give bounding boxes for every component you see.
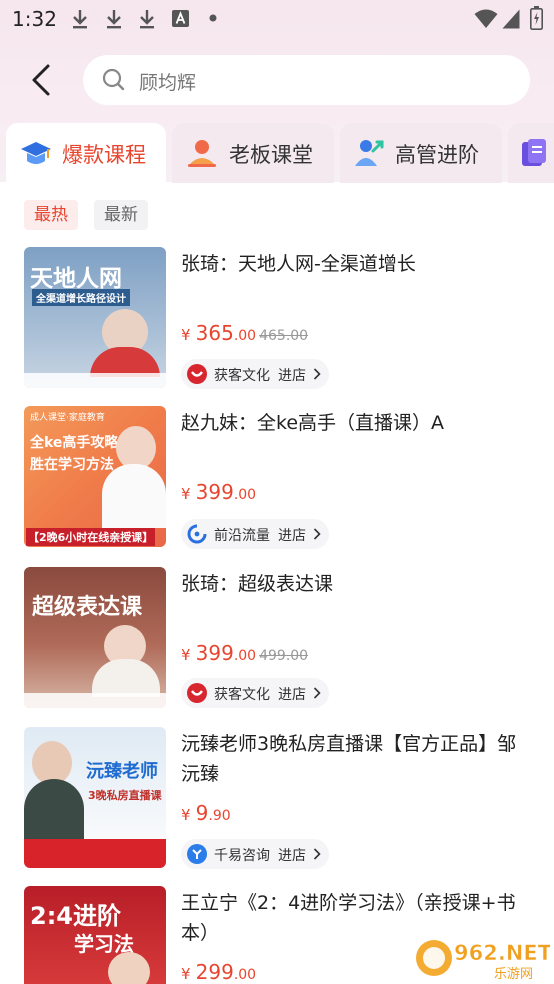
watermark-logo: 962.NET 乐游网 xyxy=(414,934,553,982)
search-input[interactable]: 顾均辉 xyxy=(83,55,530,105)
shop-logo-icon xyxy=(187,364,207,384)
book-icon xyxy=(522,139,546,166)
product-title: 赵九妹：全ke高手（直播课）A xyxy=(181,412,445,434)
chevron-right-icon xyxy=(313,528,321,540)
tab-executive-advance[interactable]: 高管进阶 xyxy=(340,123,502,183)
teacher-portrait xyxy=(102,464,166,528)
search-query: 顾均辉 xyxy=(139,72,197,94)
product-price: ¥ 365.00 465.00 xyxy=(181,321,309,345)
cell-signal-icon xyxy=(502,9,520,29)
shop-name: 获客文化 xyxy=(214,368,270,384)
download-icon xyxy=(73,10,87,29)
chevron-right-icon xyxy=(313,368,321,380)
download-icon xyxy=(107,10,121,29)
status-time: 1:32 xyxy=(12,7,57,31)
shop-link[interactable]: 前沿流量 进店 xyxy=(181,519,329,549)
graduation-cap-icon xyxy=(21,142,51,164)
svg-text:乐游网: 乐游网 xyxy=(494,967,533,982)
product-price: ¥ 299.00 xyxy=(181,960,257,984)
filter-newest[interactable]: 最新 xyxy=(94,200,148,230)
watermark-icon: 962.NET 乐游网 xyxy=(416,940,553,982)
shop-logo-icon xyxy=(187,844,207,864)
download-icon xyxy=(140,10,154,29)
tab-label: 老板课堂 xyxy=(229,143,313,167)
product-price: ¥ 399.00 499.00 xyxy=(181,641,309,665)
product-item[interactable]: 成人课堂·家庭教育 全ke高手攻略 胜在学习方法 【2晚6小时在线亲授课】 赵九… xyxy=(0,406,554,566)
enter-shop-label: 进店 xyxy=(278,848,306,864)
product-thumbnail: 成人课堂·家庭教育 全ke高手攻略 胜在学习方法 【2晚6小时在线亲授课】 xyxy=(24,406,166,547)
product-thumbnail: 天地人网 全渠道增长路径设计 xyxy=(24,247,166,388)
back-arrow-icon[interactable] xyxy=(26,62,60,98)
thumbnail-banner xyxy=(24,839,166,868)
shop-link[interactable]: 获客文化 进店 xyxy=(181,678,329,708)
battery-icon xyxy=(530,6,543,30)
tab-hot-courses[interactable]: 爆款课程 xyxy=(6,123,166,183)
shop-logo-icon xyxy=(187,683,207,703)
executive-icon xyxy=(355,140,384,166)
enter-shop-label: 进店 xyxy=(278,528,306,544)
product-title: 沅臻老师3晚私房直播课【官方正品】邹沅臻 xyxy=(181,733,517,785)
teacher-portrait xyxy=(108,952,150,984)
tab-boss-class[interactable]: 老板课堂 xyxy=(172,123,334,183)
search-icon xyxy=(102,68,125,91)
shop-name: 获客文化 xyxy=(214,687,270,703)
enter-shop-label: 进店 xyxy=(278,368,306,384)
product-title: 张琦：超级表达课 xyxy=(181,573,334,595)
original-price: 499.00 xyxy=(259,648,309,664)
boss-icon xyxy=(188,140,216,167)
teacher-portrait xyxy=(24,779,84,843)
product-price: ¥ 399.00 xyxy=(181,480,257,504)
product-price: ¥ 9.90 xyxy=(181,801,231,825)
shop-link[interactable]: 千易咨询 进店 xyxy=(181,839,329,869)
thumbnail-banner xyxy=(24,373,166,388)
product-item[interactable]: 超级表达课 张琦：超级表达课 ¥ 399.00 499.00 获客文化 进店 xyxy=(0,567,554,727)
wifi-icon xyxy=(474,9,498,28)
shop-name: 千易咨询 xyxy=(214,848,270,864)
product-item[interactable]: 天地人网 全渠道增长路径设计 张琦：天地人网-全渠道增长 ¥ 365.00 465… xyxy=(0,247,554,407)
tab-label: 高管进阶 xyxy=(395,143,479,167)
product-title: 张琦：天地人网-全渠道增长 xyxy=(181,253,416,275)
shop-logo-icon xyxy=(187,524,207,544)
shop-link[interactable]: 获客文化 进店 xyxy=(181,359,329,389)
shop-name: 前沿流量 xyxy=(214,528,270,544)
product-thumbnail: 沅臻老师 3晚私房直播课 xyxy=(24,727,166,868)
product-item[interactable]: 沅臻老师 3晚私房直播课 沅臻老师3晚私房直播课【官方正品】邹沅臻 ¥ 9.90… xyxy=(0,727,554,887)
product-thumbnail: 超级表达课 xyxy=(24,567,166,708)
tab-label: 爆款课程 xyxy=(62,143,146,167)
enter-shop-label: 进店 xyxy=(278,687,306,703)
svg-text:962.NET: 962.NET xyxy=(454,941,550,965)
filter-hottest[interactable]: 最热 xyxy=(24,200,78,230)
thumbnail-banner xyxy=(24,693,166,708)
product-thumbnail: 2:4进阶 学习法 xyxy=(24,886,166,984)
original-price: 465.00 xyxy=(259,328,309,344)
dot-icon xyxy=(209,14,217,22)
tab-more[interactable] xyxy=(508,123,554,183)
chevron-right-icon xyxy=(313,848,321,860)
font-a-icon xyxy=(172,10,189,27)
chevron-right-icon xyxy=(313,687,321,699)
teacher-portrait xyxy=(92,659,160,697)
status-bar: 1:32 xyxy=(0,0,554,38)
